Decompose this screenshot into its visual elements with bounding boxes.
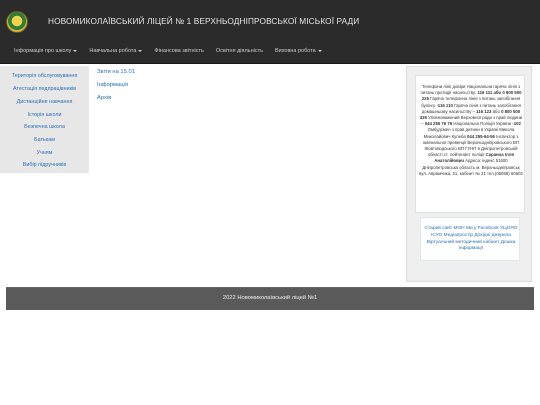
- sidebar-item-service-territory[interactable]: Територія обслуговування: [0, 73, 89, 79]
- sidebar-item-attestation[interactable]: Атестація педпрацівників: [0, 86, 89, 92]
- link-reports[interactable]: Звіти на 15.01: [97, 69, 135, 75]
- link-information[interactable]: Інформація: [97, 82, 128, 88]
- menu-item-upbringing-work[interactable]: Виховна робота: [275, 48, 322, 54]
- sidebar-item-parents[interactable]: Батькам: [0, 137, 89, 143]
- hotlines-text: Телефони лінії довіри Національна гаряча…: [419, 84, 523, 176]
- footer-copyright: 2022 Новомиколаївський ліцей №1: [222, 295, 318, 301]
- useful-links-box: Старий сайт МОН Ми у Facebook УЦОЯО ІСУО…: [420, 217, 520, 261]
- chevron-down-icon: [73, 49, 78, 52]
- chevron-down-icon: [317, 49, 322, 52]
- site-title[interactable]: НОВОМИКОЛАЇВСЬКИЙ ЛІЦЕЙ № 1 ВЕРХНЬОДНІПР…: [48, 16, 359, 26]
- chevron-down-icon: [138, 49, 143, 52]
- menu-item-about-school[interactable]: Інформація про школу: [14, 48, 78, 54]
- sidebar-item-textbook-choice[interactable]: Вибір підручників: [0, 162, 89, 168]
- footer: 2022 Новомиколаївський ліцей №1: [6, 287, 534, 310]
- menu-item-financial-reports[interactable]: Фінансова звітність: [154, 48, 203, 54]
- useful-links[interactable]: Старий сайт МОН Ми у Facebook УЦОЯО ІСУО…: [424, 226, 518, 253]
- sidebar: Територія обслуговування Атестація педпр…: [0, 66, 89, 173]
- top-navbar: НОВОМИКОЛАЇВСЬКИЙ ЛІЦЕЙ № 1 ВЕРХНЬОДНІПР…: [0, 0, 540, 64]
- sidebar-item-students[interactable]: Учням: [0, 150, 89, 156]
- right-panel: Телефони лінії довіри Національна гаряча…: [406, 66, 532, 282]
- menu-item-educational-activity[interactable]: Освітня діяльність: [216, 48, 263, 54]
- sidebar-item-school-history[interactable]: Історія школи: [0, 112, 89, 118]
- hotlines-info-box: Телефони лінії довіри Національна гаряча…: [415, 75, 525, 213]
- sidebar-item-safe-school[interactable]: Безпечна школа: [0, 124, 89, 130]
- menu-item-educational-work[interactable]: Навчальна робота: [89, 48, 143, 54]
- school-emblem-icon[interactable]: [6, 11, 28, 33]
- sidebar-item-distance-learning[interactable]: Дистанційне навчання: [0, 99, 89, 105]
- main-menu: Інформація про школу Навчальна робота Фі…: [14, 48, 334, 54]
- link-archive[interactable]: Архів: [97, 95, 111, 101]
